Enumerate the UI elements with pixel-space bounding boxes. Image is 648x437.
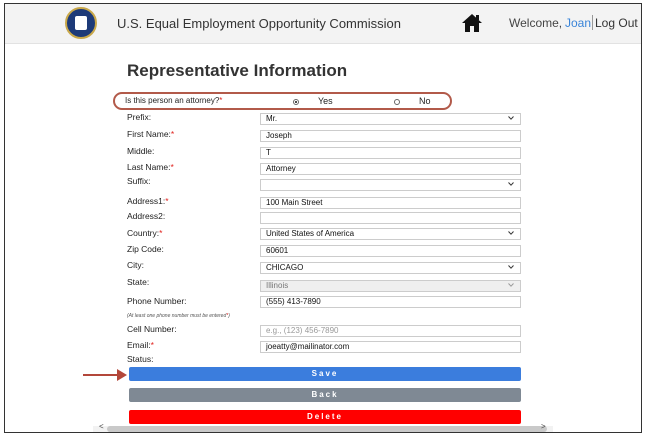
back-button[interactable]: Back: [129, 388, 521, 402]
first-name-label: First Name:*: [127, 129, 175, 139]
agency-name: U.S. Equal Employment Opportunity Commis…: [117, 16, 401, 31]
state-select: Illinois: [260, 280, 521, 292]
chevron-down-icon: [508, 182, 514, 186]
email-field[interactable]: joeatty@mailinator.com: [260, 341, 521, 353]
country-label: Country:*: [127, 228, 163, 238]
page-title: Representative Information: [127, 61, 348, 80]
city-select[interactable]: CHICAGO: [260, 262, 521, 274]
scroll-right-icon[interactable]: >: [541, 422, 546, 431]
cell-field[interactable]: e.g., (123) 456-7890: [260, 325, 521, 337]
email-label: Email:*: [127, 340, 154, 350]
phone-hint: (At least one phone number must be enter…: [127, 313, 230, 319]
first-name-field[interactable]: Joseph: [260, 130, 521, 142]
cell-label: Cell Number:: [127, 324, 177, 334]
address2-field[interactable]: [260, 212, 521, 224]
delete-button[interactable]: Delete: [129, 410, 521, 424]
attorney-yes-label[interactable]: Yes: [318, 96, 333, 106]
suffix-label: Suffix:: [127, 176, 151, 186]
zip-label: Zip Code:: [127, 244, 164, 254]
logout-link[interactable]: Log Out: [595, 16, 638, 30]
welcome-text: Welcome,: [509, 16, 563, 30]
phone-field[interactable]: (555) 413-7890: [260, 296, 521, 308]
scroll-left-icon[interactable]: <: [99, 422, 104, 431]
chevron-down-icon: [508, 231, 514, 235]
prefix-label: Prefix:: [127, 112, 152, 122]
last-name-field[interactable]: Attorney: [260, 163, 521, 175]
header-divider: [592, 15, 593, 30]
phone-label: Phone Number:: [127, 296, 187, 306]
horizontal-scrollbar-thumb[interactable]: [107, 426, 547, 432]
attorney-no-label[interactable]: No: [419, 96, 431, 106]
middle-field[interactable]: T: [260, 147, 521, 159]
middle-label: Middle:: [127, 146, 155, 156]
suffix-select[interactable]: [260, 179, 521, 191]
chevron-down-icon: [508, 265, 514, 269]
address1-field[interactable]: 100 Main Street: [260, 197, 521, 209]
address1-label: Address1:*: [127, 196, 169, 206]
attorney-yes-radio[interactable]: [293, 99, 299, 105]
attorney-no-radio[interactable]: [394, 99, 400, 105]
city-label: City:: [127, 260, 144, 270]
state-label: State:: [127, 277, 150, 287]
country-select[interactable]: United States of America: [260, 228, 521, 240]
agency-seal-icon: [65, 7, 97, 39]
status-label: Status:: [127, 354, 154, 364]
prefix-select[interactable]: Mr.: [260, 113, 521, 125]
user-name-link[interactable]: Joan: [565, 16, 591, 30]
save-button[interactable]: Save: [129, 367, 521, 381]
zip-field[interactable]: 60601: [260, 245, 521, 257]
last-name-label: Last Name:*: [127, 162, 174, 172]
annotation-arrow-shaft: [83, 374, 119, 376]
attorney-question-label: Is this person an attorney?*: [125, 96, 223, 105]
annotation-arrow-icon: [117, 369, 127, 381]
address2-label: Address2:: [127, 211, 166, 221]
chevron-down-icon: [508, 283, 514, 287]
home-icon[interactable]: [461, 13, 483, 33]
chevron-down-icon: [508, 116, 514, 120]
top-bar: U.S. Equal Employment Opportunity Commis…: [5, 4, 641, 44]
app-window: U.S. Equal Employment Opportunity Commis…: [4, 3, 642, 433]
